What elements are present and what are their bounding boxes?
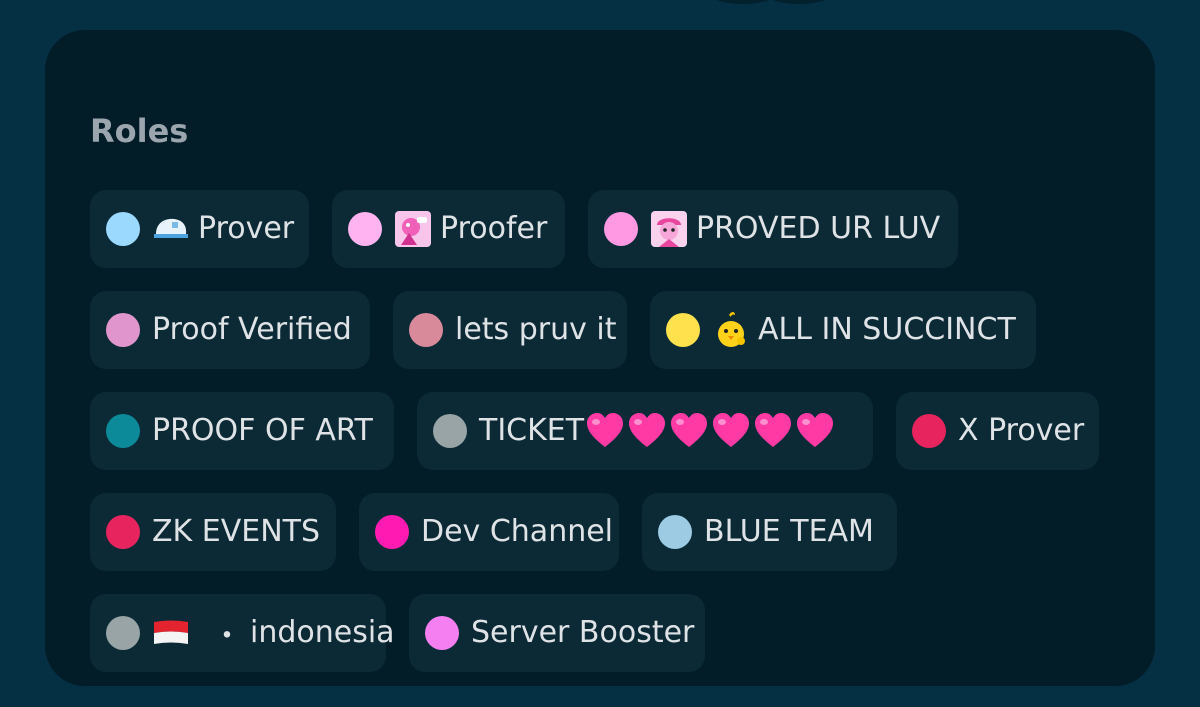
role-label: PROOF OF ART — [152, 413, 373, 448]
role-chip-server-booster[interactable]: Server Booster — [409, 594, 705, 672]
role-chip-blue-team[interactable]: BLUE TEAM — [642, 493, 897, 571]
role-chip-prover[interactable]: Prover — [90, 190, 309, 268]
role-color-dot — [106, 212, 140, 246]
role-label: PROVED UR LUV — [696, 211, 941, 246]
role-label: indonesia — [250, 615, 395, 650]
top-avatar-edge-right — [768, 0, 830, 4]
heart-icon — [671, 413, 708, 447]
roles-card: Roles Prover Proofer PROVED UR LUV Proof… — [45, 30, 1155, 686]
role-chip-indonesia[interactable]: ・ indonesia — [90, 594, 395, 672]
heart-icon — [587, 413, 624, 447]
role-color-dot — [604, 212, 638, 246]
role-color-dot — [348, 212, 382, 246]
yellow-chick-icon — [712, 311, 750, 349]
indonesia-flag-icon — [152, 614, 190, 652]
role-color-dot — [658, 515, 692, 549]
role-chip-list: Prover Proofer PROVED UR LUV Proof Verif… — [90, 190, 1099, 695]
role-row: ・ indonesia Server Booster — [90, 594, 1099, 672]
role-color-dot — [425, 616, 459, 650]
role-chip-proof-verified[interactable]: Proof Verified — [90, 291, 370, 369]
role-row: ZK EVENTS Dev Channel BLUE TEAM — [90, 493, 1099, 571]
role-row: Prover Proofer PROVED UR LUV — [90, 190, 1099, 268]
role-chip-ticket[interactable]: TICKET — [417, 392, 873, 470]
cap-icon — [152, 210, 190, 248]
role-color-dot — [409, 313, 443, 347]
heart-icon — [713, 413, 750, 447]
pink-character-icon — [394, 210, 432, 248]
role-label: Prover — [198, 211, 295, 246]
role-color-dot — [106, 616, 140, 650]
role-chip-proof-of-art[interactable]: PROOF OF ART — [90, 392, 394, 470]
role-label: BLUE TEAM — [704, 514, 874, 549]
role-chip-lets-pruv-it[interactable]: lets pruv it — [393, 291, 627, 369]
heart-icon — [797, 413, 834, 447]
role-color-dot — [106, 414, 140, 448]
role-chip-all-in-succinct[interactable]: ALL IN SUCCINCT — [650, 291, 1036, 369]
role-chip-proved-ur-luv[interactable]: PROVED UR LUV — [588, 190, 958, 268]
role-separator: ・ — [212, 619, 242, 654]
role-label: X Prover — [958, 413, 1085, 448]
role-label: Server Booster — [471, 615, 695, 650]
role-color-dot — [375, 515, 409, 549]
role-color-dot — [106, 515, 140, 549]
role-color-dot — [666, 313, 700, 347]
role-label: Proof Verified — [152, 312, 352, 347]
role-label: ALL IN SUCCINCT — [758, 312, 1016, 347]
role-row: Proof Verified lets pruv it ALL IN SUCCI… — [90, 291, 1099, 369]
role-label: Proofer — [440, 211, 548, 246]
role-color-dot — [433, 414, 467, 448]
role-row: PROOF OF ART TICKET X Prover — [90, 392, 1099, 470]
role-label: Dev Channel — [421, 514, 614, 549]
heart-icon-group — [586, 413, 834, 449]
role-label: lets pruv it — [455, 312, 617, 347]
role-color-dot — [106, 313, 140, 347]
role-chip-x-prover[interactable]: X Prover — [896, 392, 1099, 470]
pink-cap-character-icon — [650, 210, 688, 248]
roles-heading: Roles — [90, 112, 189, 150]
top-avatar-edge-left — [712, 0, 774, 4]
heart-icon — [629, 413, 666, 447]
role-chip-zk-events[interactable]: ZK EVENTS — [90, 493, 336, 571]
heart-icon — [755, 413, 792, 447]
role-color-dot — [912, 414, 946, 448]
role-label: TICKET — [479, 413, 585, 448]
role-chip-proofer[interactable]: Proofer — [332, 190, 565, 268]
role-chip-dev-channel[interactable]: Dev Channel — [359, 493, 619, 571]
role-label: ZK EVENTS — [152, 514, 321, 549]
